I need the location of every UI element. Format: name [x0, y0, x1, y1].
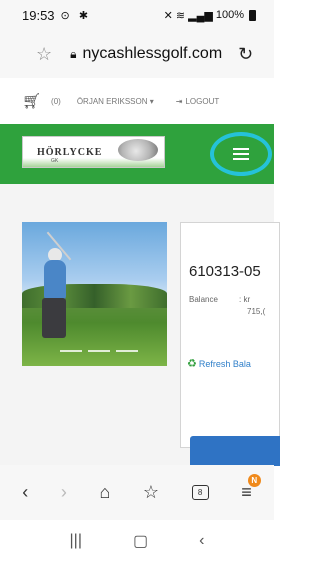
hamburger-menu-button[interactable] — [210, 132, 272, 176]
notification-badge: N — [247, 474, 261, 487]
site-header: HÖRLYCKE GK — [0, 124, 274, 184]
home-button-icon[interactable]: ▢ — [133, 531, 148, 551]
battery-icon — [249, 9, 256, 21]
status-bar: 19:53 ⊙ ✱ ✕ ≋ ▂▄▆ 100% — [0, 0, 274, 30]
refresh-balance-label: Refresh Bala — [198, 359, 251, 369]
carousel-indicators[interactable] — [60, 350, 138, 352]
tab-count: 8 — [197, 488, 203, 497]
signal-icon: ✕ ≋ ▂▄▆ — [163, 9, 213, 22]
browser-address-bar: ☆ 🔒︎ nycashlessgolf.com ↻ — [0, 30, 274, 78]
site-logo[interactable]: HÖRLYCKE GK — [22, 136, 165, 168]
menu-bar-icon — [233, 158, 249, 160]
lock-icon[interactable]: 🔒︎ — [70, 47, 76, 62]
account-card: 610313-05 Balance : kr 715,( ♻ Refresh Ba… — [180, 222, 280, 448]
back-button-icon[interactable]: ‹ — [199, 532, 204, 550]
carousel-indicator[interactable] — [88, 350, 110, 352]
status-notification-icons: ⊙ ✱ — [60, 9, 92, 22]
forward-icon[interactable]: › — [61, 482, 67, 503]
android-nav-bar: ||| ▢ ‹ — [0, 520, 274, 562]
logout-icon[interactable]: ⇥ — [176, 97, 183, 106]
balance-currency: : kr — [239, 295, 251, 304]
status-time: 19:53 — [22, 7, 55, 23]
recycle-icon: ♻ — [187, 358, 197, 370]
url-field[interactable]: nycashlessgolf.com — [83, 45, 223, 63]
status-system-icons: ✕ ≋ ▂▄▆ 100% — [164, 9, 256, 22]
cart-count[interactable]: (0) — [51, 97, 61, 106]
balance-label: Balance — [189, 295, 218, 304]
carousel-indicator[interactable] — [116, 350, 138, 352]
user-menu[interactable]: ÖRJAN ERIKSSON ▾ — [77, 97, 154, 106]
logout-link[interactable]: LOGOUT — [185, 97, 219, 106]
battery-level: 100% — [215, 9, 244, 21]
golfer-legs — [42, 298, 66, 338]
logo-text: HÖRLYCKE — [37, 146, 103, 158]
home-icon[interactable]: ⌂ — [99, 482, 110, 503]
primary-action-button[interactable] — [190, 436, 280, 466]
golf-photo-carousel[interactable] — [22, 222, 167, 366]
back-icon[interactable]: ‹ — [22, 482, 28, 503]
account-id: 610313-05 — [189, 263, 261, 280]
bookmarks-icon[interactable]: ☆ — [143, 482, 159, 503]
recent-apps-icon[interactable]: ||| — [70, 532, 82, 550]
site-top-nav: 🛒︎ (0) ÖRJAN ERIKSSON ▾ ⇥ LOGOUT — [0, 78, 274, 124]
browser-toolbar: ‹ › ⌂ ☆ 8 ≡ N — [0, 465, 274, 520]
browser-menu-icon[interactable]: ≡ N — [241, 474, 261, 503]
balance-value: 715,( — [247, 307, 266, 316]
tabs-icon[interactable]: 8 — [191, 485, 209, 500]
cart-icon[interactable]: 🛒︎ — [22, 92, 41, 110]
refresh-balance-link[interactable]: ♻ Refresh Bala — [187, 357, 251, 370]
carousel-indicator[interactable] — [60, 350, 82, 352]
golfer-body — [44, 260, 66, 300]
menu-bar-icon — [233, 153, 249, 155]
menu-bar-icon — [233, 148, 249, 150]
bookmark-star-icon[interactable]: ☆ — [36, 44, 52, 65]
reload-icon[interactable]: ↻ — [238, 44, 253, 65]
golf-club-icon — [118, 139, 158, 161]
main-content: 610313-05 Balance : kr 715,( ♻ Refresh Ba… — [0, 184, 280, 465]
logo-sub: GK — [51, 158, 59, 164]
